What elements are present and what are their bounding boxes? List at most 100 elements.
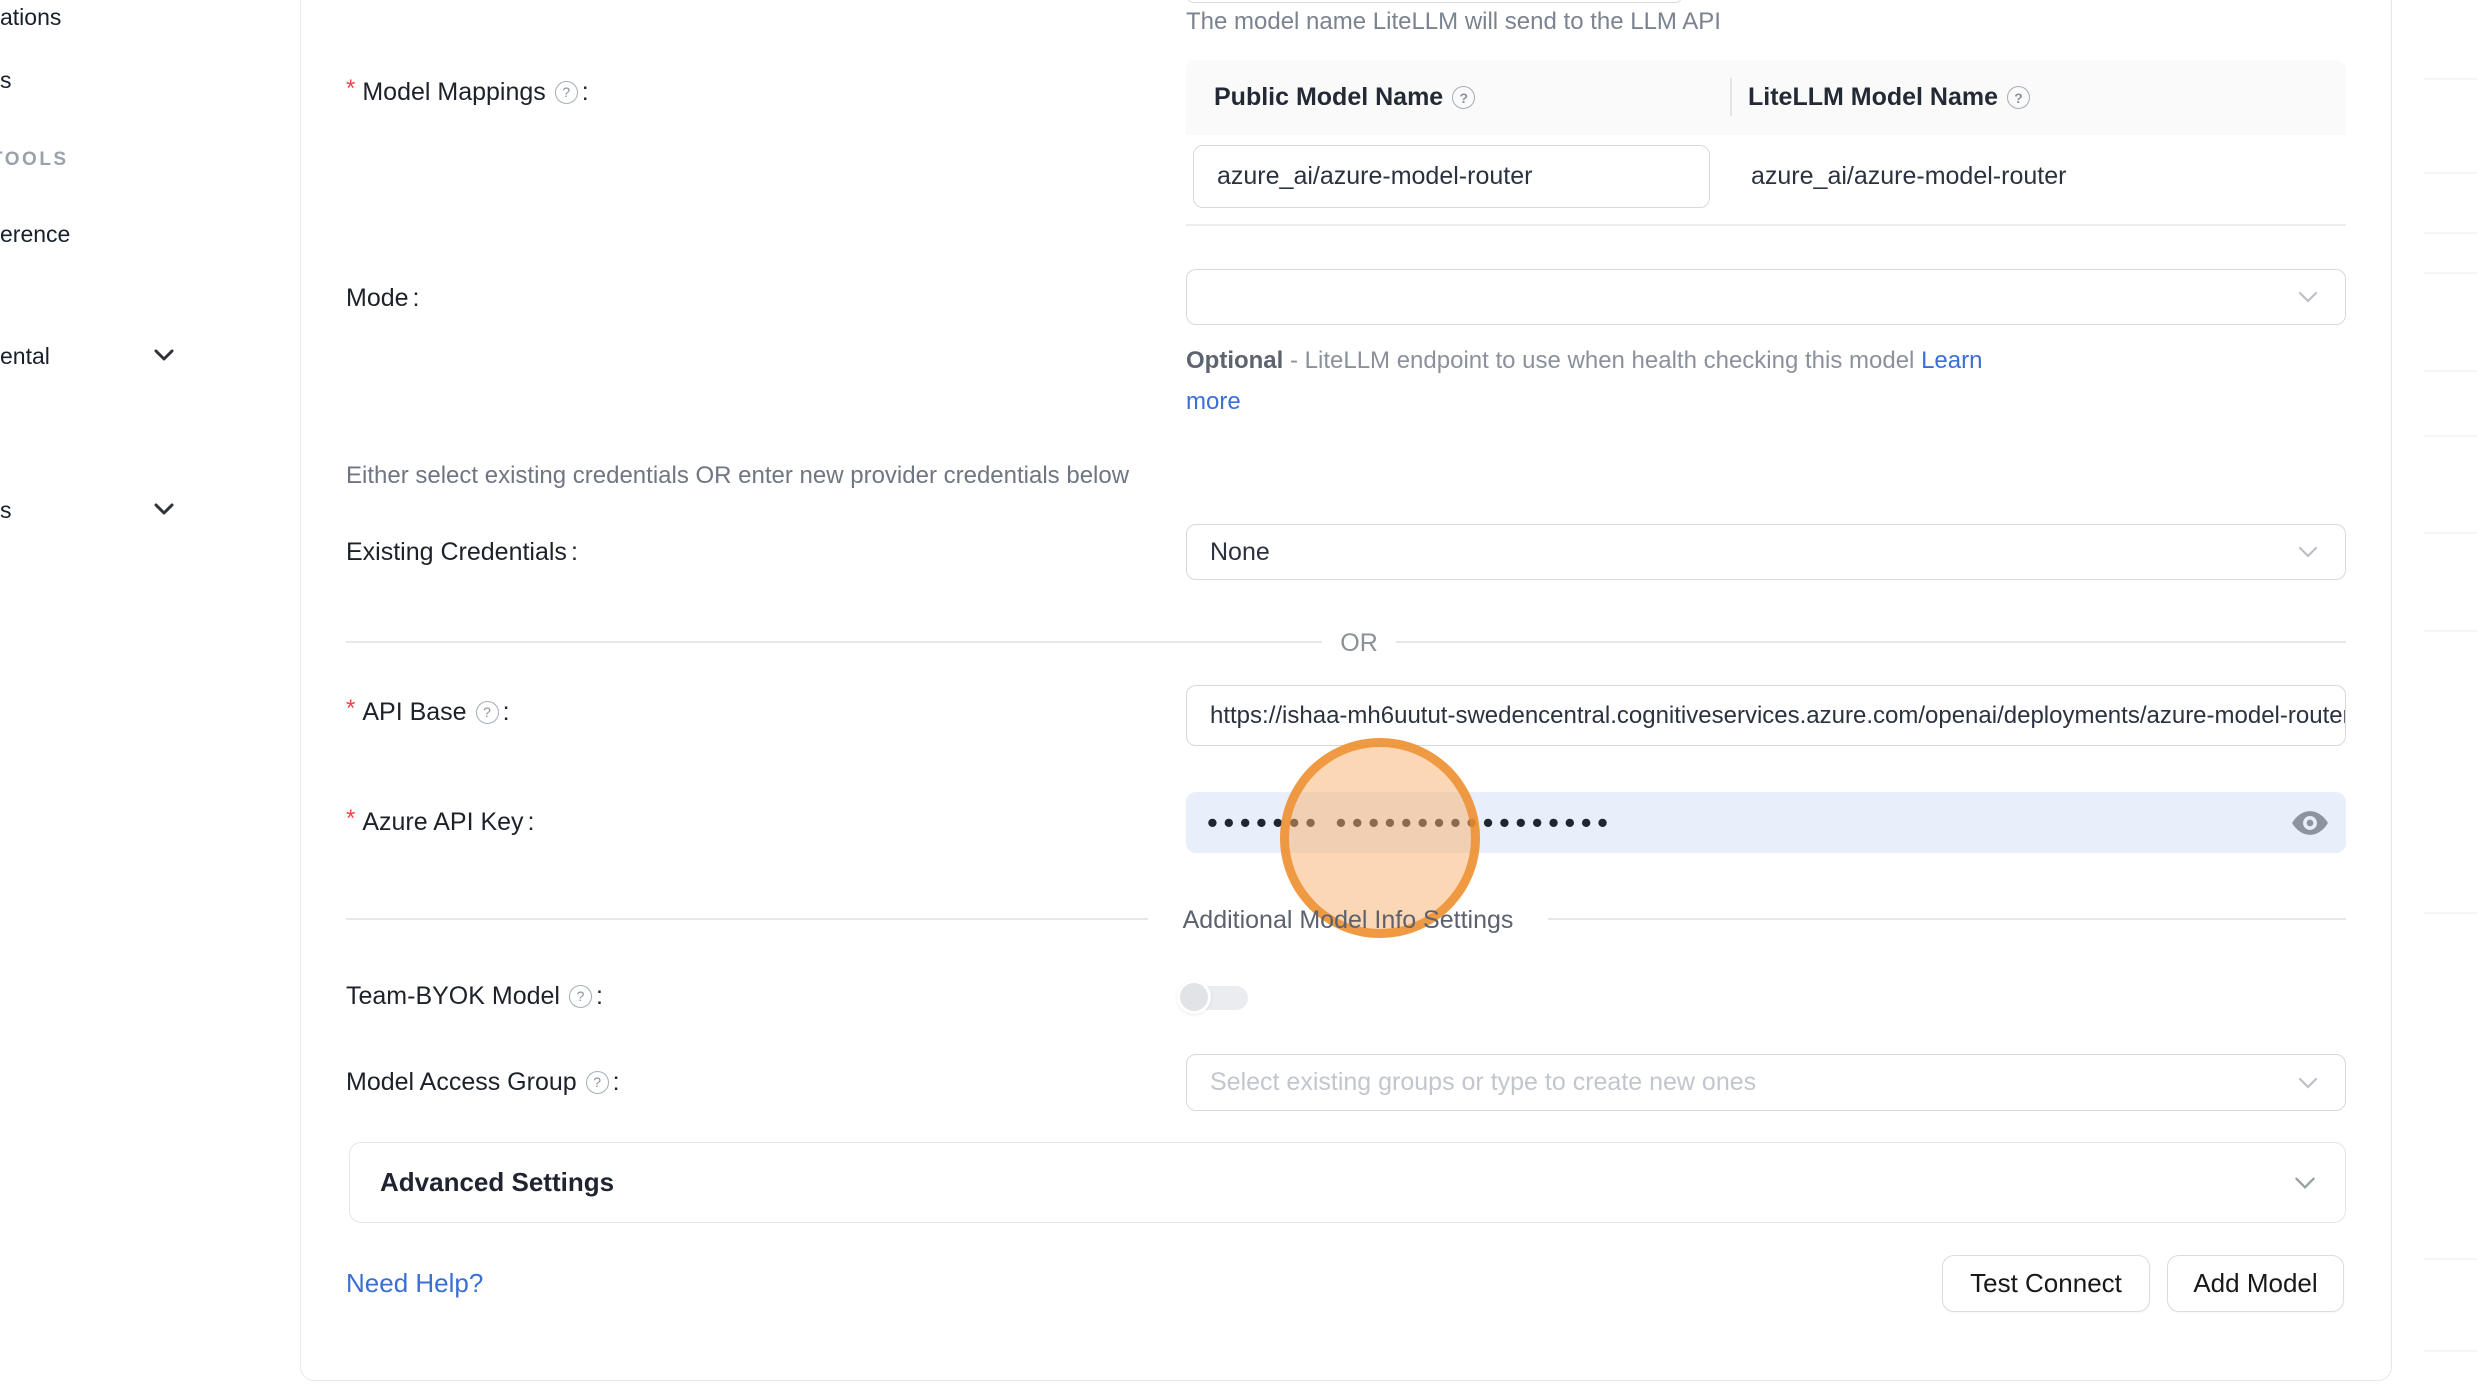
credentials-note: Either select existing credentials OR en… <box>346 462 1129 490</box>
background-row-line <box>2424 78 2477 80</box>
background-row-line <box>2424 172 2477 174</box>
label-text: Model Mappings <box>362 78 545 107</box>
need-help-link[interactable]: Need Help? <box>346 1268 483 1299</box>
divider-line <box>1548 918 2346 920</box>
chevron-down-icon <box>2293 1175 2317 1190</box>
label-colon: : <box>613 1068 620 1097</box>
help-icon[interactable]: ? <box>1452 86 1475 109</box>
mode-label: Mode : <box>346 282 420 314</box>
additional-settings-divider-text: Additional Model Info Settings <box>1148 904 1548 936</box>
label-colon: : <box>413 284 420 313</box>
test-connect-button[interactable]: Test Connect <box>1942 1255 2150 1312</box>
background-row-line <box>2424 232 2477 234</box>
sidebar-item-label: erence <box>0 221 70 248</box>
required-asterisk: * <box>346 805 355 833</box>
model-mappings-label: * Model Mappings ? : <box>346 76 589 108</box>
public-model-name-value: azure_ai/azure-model-router <box>1217 162 1532 191</box>
divider-line <box>346 918 1148 920</box>
add-model-page: ations s TOOLS erence ental s The model … <box>0 0 2477 1385</box>
background-row-line <box>2424 532 2477 534</box>
sidebar-item-label: ations <box>0 4 61 31</box>
add-model-button[interactable]: Add Model <box>2167 1255 2344 1312</box>
divider-line <box>346 641 1322 643</box>
help-glyph: ? <box>483 704 491 720</box>
label-colon: : <box>596 982 603 1011</box>
chevron-down-icon <box>2297 545 2319 559</box>
api-base-value: https://ishaa-mh6uutut-swedencentral.cog… <box>1210 702 2346 730</box>
toggle-knob <box>1177 980 1211 1014</box>
background-row-line <box>2424 1258 2477 1260</box>
sidebar-item-label: ental <box>0 343 50 370</box>
sidebar-item[interactable]: ations <box>0 2 61 32</box>
background-row-line <box>2424 272 2477 274</box>
chevron-down-icon <box>152 502 176 518</box>
chevron-down-icon <box>2297 290 2319 304</box>
label-text: API Base <box>362 698 466 727</box>
azure-api-key-label: * Azure API Key : <box>346 806 535 838</box>
sidebar-item[interactable]: s <box>0 65 12 95</box>
column-divider <box>1730 78 1732 116</box>
column-header-label: Public Model Name <box>1214 83 1443 112</box>
label-colon: : <box>503 698 510 727</box>
sidebar-item-label: s <box>0 497 12 524</box>
sidebar-item-label: s <box>0 67 12 94</box>
helper-body: - LiteLLM endpoint to use when health ch… <box>1283 347 1921 374</box>
field-above-cutoff <box>1186 0 1683 3</box>
model-access-group-select[interactable]: Select existing groups or type to create… <box>1186 1054 2346 1111</box>
help-icon[interactable]: ? <box>476 701 499 724</box>
model-access-group-label: Model Access Group ? : <box>346 1066 620 1098</box>
label-text: Mode <box>346 284 409 313</box>
selected-value: None <box>1210 538 1270 567</box>
label-text: Team-BYOK Model <box>346 982 560 1011</box>
required-asterisk: * <box>346 75 355 103</box>
column-header-public-model-name: Public Model Name ? <box>1214 60 1475 135</box>
litellm-model-name-value: azure_ai/azure-model-router <box>1751 162 2066 191</box>
or-divider-text: OR <box>1322 627 1396 659</box>
chevron-down-icon <box>2297 1076 2319 1090</box>
advanced-settings-panel[interactable]: Advanced Settings <box>349 1142 2346 1223</box>
help-glyph: ? <box>562 84 570 100</box>
label-text: Model Access Group <box>346 1068 577 1097</box>
api-base-input[interactable]: https://ishaa-mh6uutut-swedencentral.cog… <box>1186 685 2346 746</box>
required-asterisk: * <box>346 695 355 723</box>
background-row-line <box>2424 912 2477 914</box>
mode-select[interactable] <box>1186 269 2346 325</box>
label-colon: : <box>582 78 589 107</box>
azure-api-key-input[interactable]: ••••••• ••••••••••••••••• <box>1186 792 2346 853</box>
eye-icon[interactable] <box>2291 808 2329 838</box>
help-glyph: ? <box>577 988 585 1004</box>
help-glyph: ? <box>593 1074 601 1090</box>
existing-credentials-select[interactable]: None <box>1186 524 2346 580</box>
sidebar-item[interactable]: erence <box>0 219 70 249</box>
existing-credentials-label: Existing Credentials : <box>346 536 578 568</box>
masked-key-dots: ••••••• <box>1207 792 1321 853</box>
label-colon: : <box>571 538 578 567</box>
sidebar-section-header: TOOLS <box>0 148 69 172</box>
sidebar-item[interactable]: ental <box>0 341 50 371</box>
label-colon: : <box>528 808 535 837</box>
table-row-divider <box>1186 224 2346 226</box>
help-icon[interactable]: ? <box>2007 86 2030 109</box>
sidebar-item[interactable]: s <box>0 495 12 525</box>
sidebar-section-label: TOOLS <box>0 149 69 171</box>
model-name-hint: The model name LiteLLM will send to the … <box>1186 8 1721 36</box>
label-text: Existing Credentials <box>346 538 567 567</box>
advanced-settings-title: Advanced Settings <box>380 1167 614 1198</box>
public-model-name-input[interactable]: azure_ai/azure-model-router <box>1193 145 1710 208</box>
optional-bold: Optional <box>1186 347 1283 374</box>
help-glyph: ? <box>1459 90 1468 106</box>
background-row-line <box>2424 1350 2477 1352</box>
mode-helper-text: Optional - LiteLLM endpoint to use when … <box>1186 340 2026 422</box>
help-icon[interactable]: ? <box>569 985 592 1008</box>
background-row-line <box>2424 630 2477 632</box>
team-byok-toggle[interactable] <box>1177 980 1251 1016</box>
team-byok-label: Team-BYOK Model ? : <box>346 980 603 1012</box>
chevron-down-icon <box>152 348 176 364</box>
label-text: Azure API Key <box>362 808 523 837</box>
help-glyph: ? <box>2014 90 2023 106</box>
masked-key-dots: ••••••••••••••••• <box>1335 792 1613 853</box>
help-icon[interactable]: ? <box>586 1071 609 1094</box>
help-icon[interactable]: ? <box>555 81 578 104</box>
background-row-line <box>2424 435 2477 437</box>
column-header-label: LiteLLM Model Name <box>1748 83 1998 112</box>
